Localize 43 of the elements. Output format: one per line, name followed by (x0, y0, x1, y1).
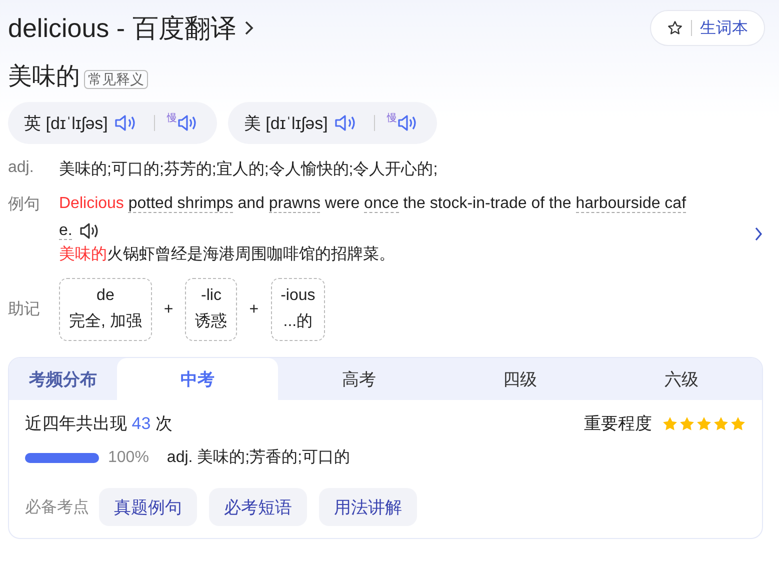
root-meaning: 诱惑 (195, 312, 228, 332)
root-meaning: ...的 (283, 312, 313, 332)
star-icon (696, 416, 712, 432)
headword-meaning: 美味的 (8, 62, 80, 92)
chevron-right-icon[interactable] (244, 19, 254, 37)
star-icon (730, 416, 746, 432)
exam-point-button[interactable]: 必考短语 (209, 488, 307, 526)
phonetic-text: 美 [dɪˈlɪʃəs] (244, 112, 328, 134)
exam-title: 考频分布 (28, 368, 98, 390)
vocabulary-button[interactable]: 生词本 (650, 10, 765, 46)
plus-sign: + (249, 300, 259, 318)
example-sentence: Delicious potted shrimps and prawns were once the stock-in-trade of the harbourside cafe. (59, 194, 688, 242)
page-title[interactable]: delicious - 百度翻译 (8, 10, 236, 46)
points-label: 必备考点 (25, 498, 89, 518)
example-label: 例句 (8, 195, 41, 215)
star-icon (662, 416, 678, 432)
exam-point-button[interactable]: 用法讲解 (319, 488, 417, 526)
star-icon (679, 416, 695, 432)
star-icon (667, 20, 683, 36)
exam-meaning: adj. 美味的;芳香的;可口的 (166, 448, 350, 468)
example-translation: 美味的火锅虾曾经是海港周围咖啡馆的招牌菜。 (59, 244, 396, 265)
part-of-speech: adj. (8, 159, 35, 178)
exam-tab[interactable]: 中考 (117, 358, 278, 400)
slow-label[interactable]: 慢 (386, 111, 397, 125)
occurrence-count: 近四年共出现 43 次 (25, 413, 172, 435)
meaning-tag: 常见释义 (84, 70, 148, 88)
root-meaning: 完全, 加强 (69, 312, 142, 332)
exam-point-button[interactable]: 真题例句 (99, 488, 197, 526)
word-root: de (96, 287, 114, 305)
word-root: -ious (280, 287, 316, 305)
exam-tab[interactable]: 六级 (600, 358, 762, 400)
star-icon (713, 416, 729, 432)
mnemonic-label: 助记 (8, 300, 41, 320)
exam-tab[interactable]: 四级 (440, 358, 601, 400)
word-root: -lic (201, 287, 222, 305)
phonetic-text: 英 [dɪˈlɪʃəs] (24, 112, 108, 134)
definition-text: 美味的;可口的;芬芳的;宜人的;令人愉快的;令人开心的; (59, 160, 438, 180)
chevron-right-icon[interactable] (754, 226, 763, 242)
exam-tab[interactable]: 高考 (278, 358, 440, 400)
percent-text: 100% (108, 448, 149, 466)
slow-label[interactable]: 慢 (166, 111, 177, 125)
importance-label: 重要程度 (584, 413, 652, 435)
plus-sign: + (164, 300, 174, 318)
